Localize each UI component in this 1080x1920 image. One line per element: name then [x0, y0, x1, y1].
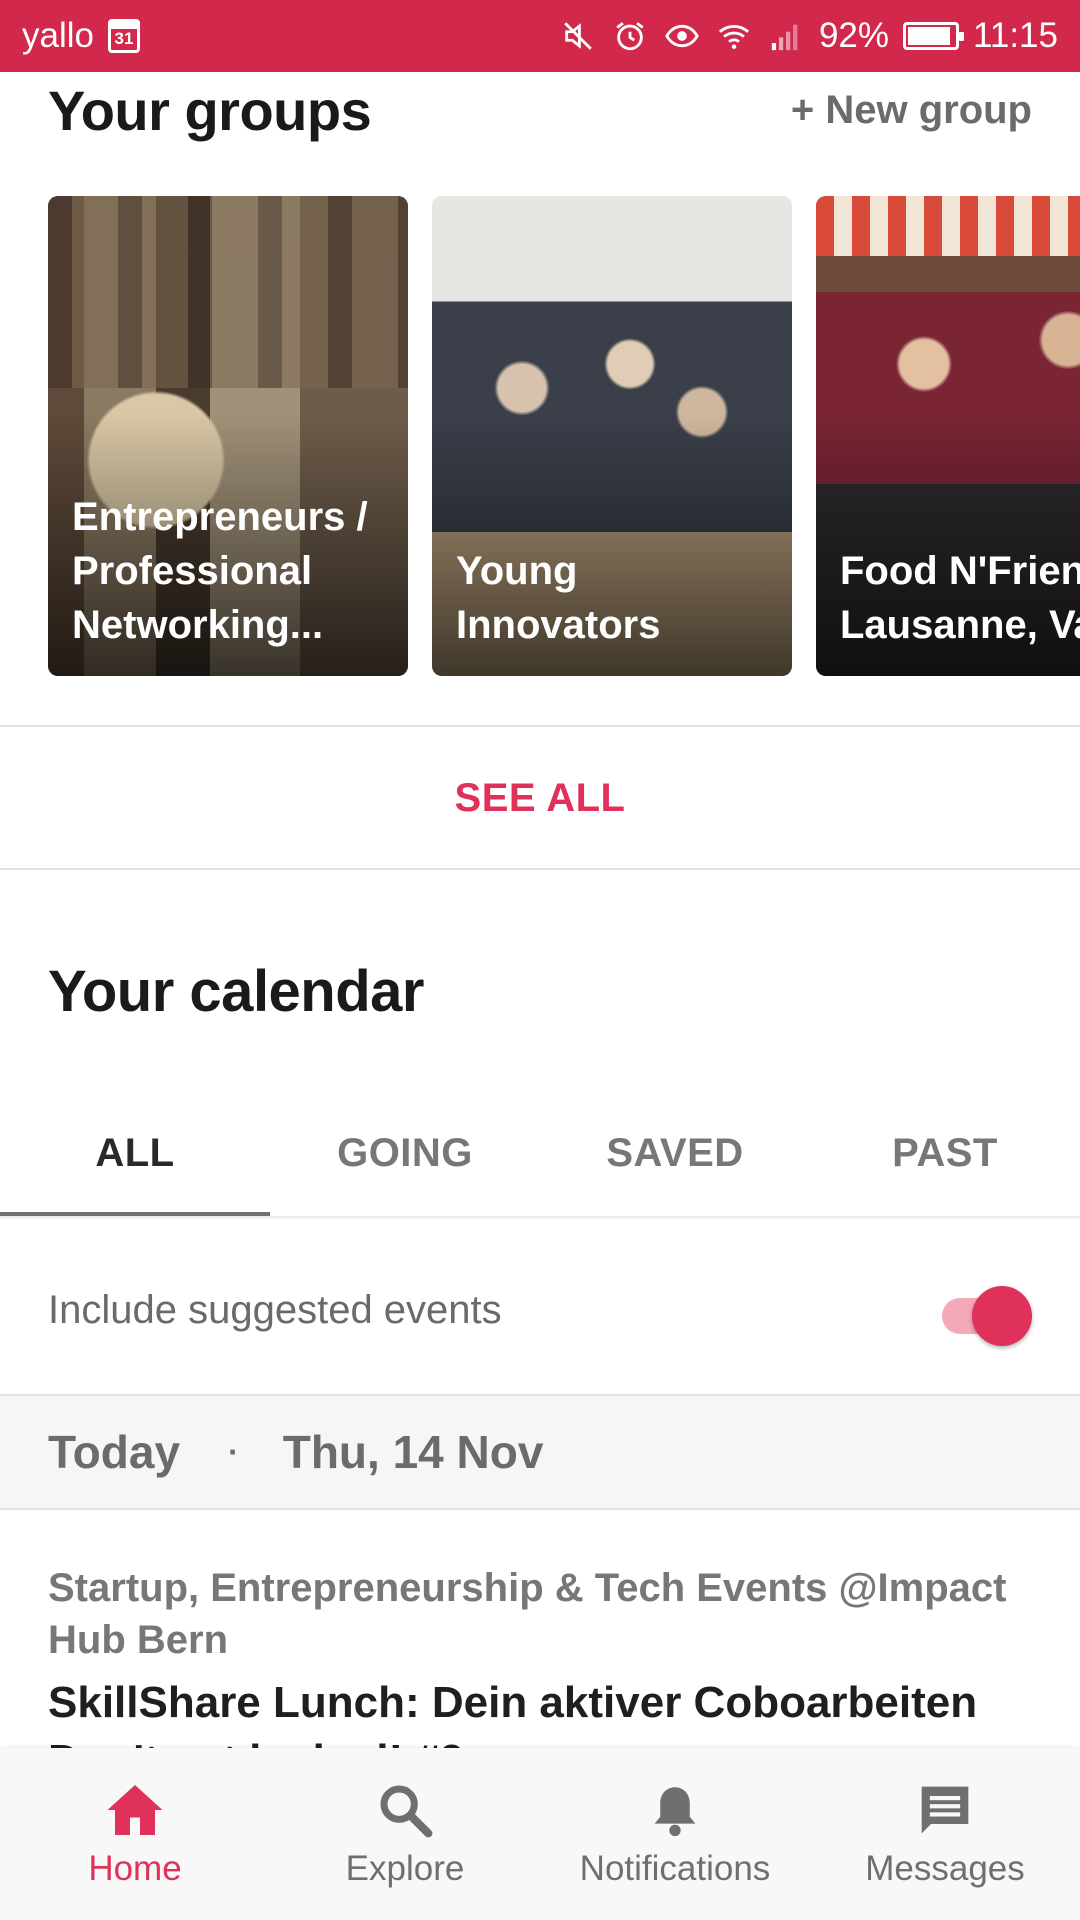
group-card[interactable]: Young Innovators — [432, 196, 792, 676]
calendar-day-number: 31 — [114, 29, 134, 48]
groups-carousel[interactable]: Entrepreneurs / Professional Networking.… — [48, 196, 1080, 676]
message-icon — [914, 1779, 976, 1841]
event-group-name[interactable]: Startup, Entrepreneurship & Tech Events … — [48, 1562, 1032, 1666]
date-today: Today — [48, 1426, 181, 1478]
carrier-label: yallo — [22, 16, 94, 55]
date-value: Thu, 14 Nov — [282, 1426, 544, 1478]
new-group-button[interactable]: + New group — [791, 88, 1032, 133]
nav-label: Home — [88, 1849, 182, 1888]
nav-home[interactable]: Home — [0, 1748, 270, 1920]
tab-going[interactable]: GOING — [270, 1090, 540, 1216]
suggested-events-toggle[interactable] — [936, 1280, 1032, 1346]
nav-explore[interactable]: Explore — [270, 1748, 540, 1920]
bell-icon — [644, 1779, 706, 1841]
suggested-events-label: Include suggested events — [48, 1287, 502, 1332]
signal-icon — [767, 17, 805, 55]
calendar-notification-icon: 31 — [107, 19, 140, 53]
nav-label: Messages — [865, 1849, 1025, 1888]
battery-percent: 92% — [818, 16, 889, 55]
groups-title: Your groups — [48, 79, 372, 142]
tab-saved[interactable]: SAVED — [540, 1090, 810, 1216]
eye-comfort-icon — [663, 17, 701, 55]
date-separator: · — [228, 1433, 239, 1470]
nav-label: Explore — [345, 1849, 465, 1888]
search-icon — [374, 1779, 436, 1841]
alarm-icon — [611, 17, 649, 55]
nav-label: Notifications — [579, 1849, 771, 1888]
tab-all[interactable]: ALL — [0, 1090, 270, 1216]
see-all-button[interactable]: SEE ALL — [0, 728, 1080, 868]
divider — [0, 725, 1080, 727]
group-name: Young Innovators — [456, 549, 661, 647]
home-icon — [104, 1779, 166, 1841]
battery-icon — [903, 22, 964, 50]
clock: 11:15 — [973, 16, 1058, 55]
status-bar: yallo 31 92% 11:15 — [0, 0, 1080, 72]
divider — [0, 868, 1080, 870]
bottom-nav: Home Explore Notifications Messages — [0, 1748, 1080, 1920]
calendar-title: Your calendar — [48, 959, 425, 1024]
groups-header: Your groups + New group — [48, 78, 1032, 143]
date-header: Today · Thu, 14 Nov — [0, 1396, 1080, 1508]
tab-past[interactable]: PAST — [810, 1090, 1080, 1216]
mute-icon — [559, 17, 597, 55]
nav-notifications[interactable]: Notifications — [540, 1748, 810, 1920]
calendar-tabs: ALL GOING SAVED PAST — [0, 1090, 1080, 1216]
nav-messages[interactable]: Messages — [810, 1748, 1080, 1920]
group-card[interactable]: Entrepreneurs / Professional Networking.… — [48, 196, 408, 676]
divider — [0, 1508, 1080, 1510]
group-name: Entrepreneurs / Professional Networking.… — [72, 495, 368, 647]
group-name: Food N'Frien - Lausanne, Vaud — [840, 549, 1080, 647]
group-card[interactable]: Food N'Frien - Lausanne, Vaud — [816, 196, 1080, 676]
wifi-icon — [715, 17, 753, 55]
suggested-events-row: Include suggested events — [48, 1250, 1032, 1370]
